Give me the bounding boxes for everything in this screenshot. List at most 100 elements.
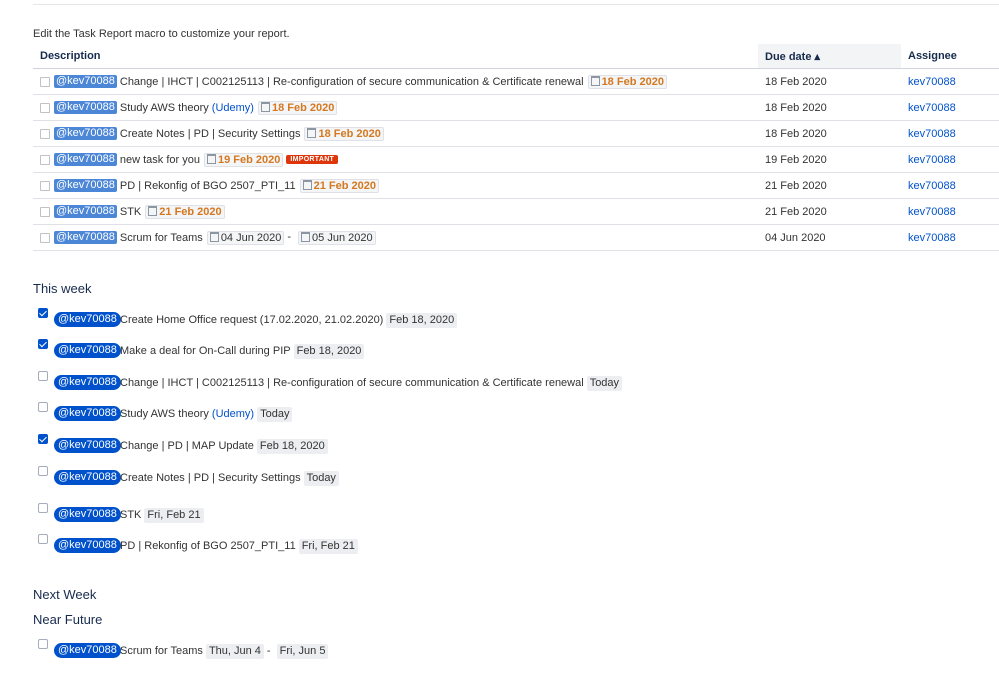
date-text: 19 Feb 2020 — [217, 153, 281, 166]
due-date-lozenge[interactable]: 18 Feb 2020 — [304, 126, 384, 141]
due-date-cell: 21 Feb 2020 — [758, 172, 901, 199]
description-cell: @kev70088 Scrum for Teams 04 Jun 2020- 05 J… — [33, 224, 758, 251]
user-mention[interactable]: @kev70088 — [54, 205, 117, 218]
user-mention[interactable]: @kev70088 — [54, 75, 117, 88]
task-text: Change | IHCT | C002125113 | Re-configur… — [119, 75, 584, 88]
calendar-icon — [302, 179, 312, 190]
checkbox-icon[interactable] — [38, 534, 48, 544]
assignee-link[interactable]: kev70088 — [908, 102, 956, 114]
task-text: Study AWS theory (Udemy) Today — [120, 407, 293, 422]
date-text: 05 Jun 2020 — [312, 231, 373, 244]
table-row: @kev70088 Study AWS theory (Udemy) 18 Feb … — [33, 94, 999, 121]
user-mention[interactable]: @kev70088 — [54, 127, 117, 140]
assignee-link[interactable]: kev70088 — [908, 232, 956, 244]
task-date[interactable]: Fri, Feb 21 — [144, 508, 204, 523]
user-mention[interactable]: @kev70088 — [54, 507, 121, 522]
task-report-hint: Edit the Task Report macro to customize … — [33, 28, 290, 40]
task-text: STK Fri, Feb 21 — [120, 508, 204, 523]
column-assignee[interactable]: Assignee — [901, 44, 999, 69]
user-mention[interactable]: @kev70088 — [54, 643, 121, 658]
end-date-lozenge[interactable]: 05 Jun 2020 — [298, 230, 376, 245]
description-cell: @kev70088 Change | IHCT | C002125113 | Re… — [33, 68, 758, 95]
column-due-date[interactable]: Due date ▴ — [758, 44, 901, 69]
task-date[interactable]: Today — [257, 407, 293, 422]
assignee-cell: kev70088 — [901, 146, 999, 173]
due-date-cell: 21 Feb 2020 — [758, 198, 901, 225]
this-week-heading: This week — [33, 281, 92, 296]
task-text: Scrum for Teams — [119, 231, 203, 244]
calendar-icon — [307, 127, 317, 138]
column-description[interactable]: Description — [33, 44, 758, 69]
calendar-icon — [206, 153, 216, 164]
due-date-lozenge[interactable]: 21 Feb 2020 — [299, 178, 379, 193]
checkbox-checked-icon[interactable] — [38, 434, 48, 444]
user-mention[interactable]: @kev70088 — [54, 343, 121, 358]
checkbox-icon[interactable] — [40, 76, 50, 87]
assignee-cell: kev70088 — [901, 68, 999, 95]
task-date[interactable]: Feb 18, 2020 — [293, 344, 365, 359]
assignee-link[interactable]: kev70088 — [908, 154, 956, 166]
checkbox-checked-icon[interactable] — [38, 308, 48, 318]
near-future-heading: Near Future — [33, 612, 103, 627]
task-text: PD | Rekonfig of BGO 2507_PTI_11 — [119, 179, 296, 192]
date-text: 18 Feb 2020 — [601, 75, 664, 88]
start-date-lozenge[interactable]: 04 Jun 2020 — [206, 230, 285, 245]
user-mention[interactable]: @kev70088 — [54, 538, 121, 553]
task-report-table: Description Due date ▴ Assignee @kev7008… — [33, 44, 999, 251]
checkbox-icon[interactable] — [40, 128, 50, 139]
checkbox-icon[interactable] — [40, 154, 50, 165]
task-start-date[interactable]: Thu, Jun 4 — [205, 644, 264, 659]
task-date[interactable]: Feb 18, 2020 — [386, 313, 458, 328]
next-week-heading: Next Week — [33, 587, 97, 602]
checkbox-icon[interactable] — [38, 639, 48, 649]
user-mention[interactable]: @kev70088 — [54, 231, 117, 244]
user-mention[interactable]: @kev70088 — [54, 179, 117, 192]
due-date-lozenge[interactable]: 18 Feb 2020 — [257, 100, 338, 115]
checkbox-icon[interactable] — [38, 402, 48, 412]
calendar-icon — [590, 75, 600, 86]
date-range-separator: - — [266, 645, 271, 657]
calendar-icon — [301, 231, 311, 242]
checkbox-icon[interactable] — [40, 232, 50, 243]
assignee-link[interactable]: kev70088 — [908, 206, 956, 218]
task-text: Scrum for Teams Thu, Jun 4- Fri, Jun 5 — [120, 644, 329, 659]
assignee-cell: kev70088 — [901, 120, 999, 147]
checkbox-icon[interactable] — [40, 206, 50, 217]
task-end-date[interactable]: Fri, Jun 5 — [276, 644, 329, 659]
table-row: @kev70088 PD | Rekonfig of BGO 2507_PTI_1… — [33, 172, 999, 199]
user-mention[interactable]: @kev70088 — [54, 375, 121, 390]
assignee-link[interactable]: kev70088 — [908, 180, 956, 192]
checkbox-icon[interactable] — [38, 466, 48, 476]
assignee-cell: kev70088 — [901, 224, 999, 251]
task-date[interactable]: Today — [303, 471, 339, 486]
user-mention[interactable]: @kev70088 — [54, 101, 117, 114]
table-row: @kev70088 Scrum for Teams 04 Jun 2020-05 J… — [33, 224, 999, 251]
due-date-lozenge[interactable]: 19 Feb 2020 — [203, 152, 284, 167]
description-cell: @kev70088 new task for you 19 Feb 2020 IMPO… — [33, 146, 758, 173]
calendar-icon — [148, 205, 158, 216]
user-mention[interactable]: @kev70088 — [54, 153, 117, 166]
assignee-link[interactable]: kev70088 — [908, 128, 956, 140]
assignee-link[interactable]: kev70088 — [908, 76, 956, 88]
table-row: @kev70088 new task for you 19 Feb 2020 IMPO… — [33, 146, 999, 173]
user-mention[interactable]: @kev70088 — [54, 406, 121, 421]
due-date-lozenge[interactable]: 18 Feb 2020 — [587, 74, 667, 89]
date-text: 21 Feb 2020 — [159, 205, 222, 218]
checkbox-icon[interactable] — [40, 102, 50, 113]
checkbox-icon[interactable] — [38, 503, 48, 513]
assignee-cell: kev70088 — [901, 198, 999, 225]
udemy-link[interactable]: (Udemy) — [212, 408, 254, 420]
assignee-cell: kev70088 — [901, 94, 999, 121]
task-date[interactable]: Feb 18, 2020 — [256, 439, 328, 454]
checkbox-checked-icon[interactable] — [38, 339, 48, 349]
assignee-cell: kev70088 — [901, 172, 999, 199]
task-date[interactable]: Today — [586, 376, 623, 391]
user-mention[interactable]: @kev70088 — [54, 470, 121, 485]
udemy-link[interactable]: (Udemy) — [212, 101, 254, 113]
checkbox-icon[interactable] — [40, 180, 50, 191]
task-date[interactable]: Fri, Feb 21 — [298, 539, 358, 554]
checkbox-icon[interactable] — [38, 371, 48, 381]
user-mention[interactable]: @kev70088 — [54, 312, 121, 327]
due-date-lozenge[interactable]: 21 Feb 2020 — [145, 204, 225, 219]
user-mention[interactable]: @kev70088 — [54, 438, 121, 453]
